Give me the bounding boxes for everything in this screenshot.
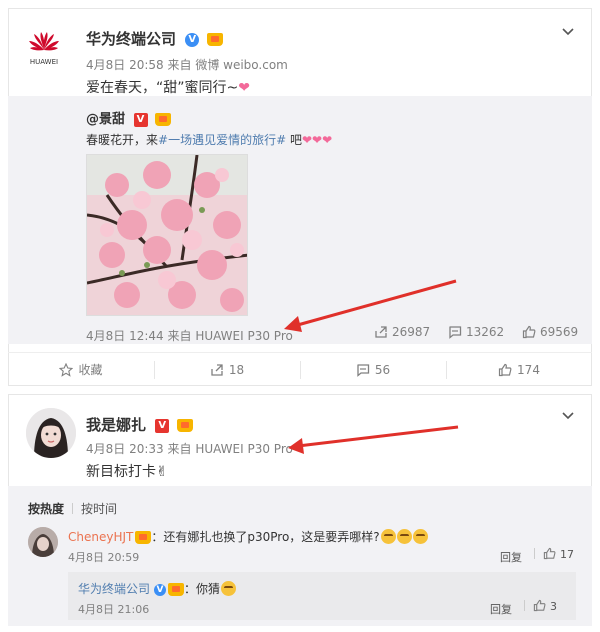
thumbs-up-icon (533, 599, 546, 612)
repost-time[interactable]: 4月8日 12:44 (86, 329, 164, 343)
like-button[interactable]: 174 (446, 353, 592, 387)
pink-hearts-emoji-icon: ❤❤❤ (301, 133, 333, 147)
thumbs-up-icon (522, 325, 536, 339)
tab-sort-time[interactable]: 按时间 (81, 502, 117, 516)
reply-like-button[interactable]: 3 (524, 599, 557, 613)
comment-icon (357, 364, 370, 377)
post-meta: 4月8日 20:58 来自 微博 weibo.com (86, 56, 288, 73)
author-name[interactable]: 华为终端公司 (86, 30, 176, 48)
thumbs-up-icon (498, 363, 512, 377)
repost-like-count[interactable]: 69569 (522, 325, 578, 339)
divider (524, 600, 525, 611)
reply-body: 华为终端公司 V ：你猜 (78, 580, 237, 597)
post-text-content: 爱在春天，“甜”蜜同行~ (86, 80, 239, 96)
vip-crown-icon (207, 33, 224, 46)
comment-text: ：还有娜扎也换了p30Pro，这是要弄哪样? (151, 530, 380, 544)
reply-button[interactable]: 回复 (490, 601, 512, 617)
repost-meta: 4月8日 12:44 来自 HUAWEI P30 Pro (86, 327, 293, 344)
verified-v-red-icon: V (133, 112, 148, 127)
like-label: 174 (517, 363, 540, 377)
post-author[interactable]: 我是娜扎 V (86, 414, 194, 435)
logo-wordmark: HUAWEI (29, 58, 59, 66)
star-icon (59, 362, 74, 377)
red-arrow-annotation (288, 425, 459, 454)
comment-body: CheneyHJT ：还有娜扎也换了p30Pro，这是要弄哪样? (68, 528, 428, 545)
chevron-down-icon[interactable] (562, 26, 574, 38)
reply-author-name[interactable]: 华为终端公司 (78, 582, 150, 596)
reply-text: ：你猜 (184, 582, 221, 596)
reply-button[interactable]: 回复 (500, 549, 522, 565)
grin-emoji-icon (396, 529, 412, 544)
grin-emoji-icon (412, 529, 428, 544)
pink-heart-emoji-icon: ❤ (238, 80, 250, 96)
share-icon (211, 364, 223, 376)
comment-button[interactable]: 56 (300, 353, 446, 387)
post-author[interactable]: 华为终端公司 V (86, 28, 224, 49)
post-text: 爱在春天，“甜”蜜同行~❤ (86, 77, 250, 97)
repost-author[interactable]: @景甜 V (86, 108, 172, 127)
vip-crown-icon (177, 419, 194, 432)
avatar-image (26, 408, 76, 458)
post-time[interactable]: 4月8日 20:58 (86, 58, 164, 72)
grin-emoji-icon (380, 529, 396, 544)
repost-author-name[interactable]: @景甜 (86, 112, 125, 127)
post-meta: 4月8日 20:33 来自 HUAWEI P30 Pro (86, 440, 293, 457)
comment-label: 56 (374, 363, 391, 377)
repost-text: 春暖花开，来#一场遇见爱情的旅行# 吧❤❤❤ (86, 131, 332, 148)
like-count: 69569 (540, 325, 579, 339)
hashtag-link[interactable]: #一场遇见爱情的旅行# (158, 133, 286, 147)
commenter-name[interactable]: CheneyHJT (68, 530, 133, 544)
huawei-logo-avatar[interactable]: HUAWEI (22, 24, 66, 68)
repost-source[interactable]: 来自 HUAWEI P30 Pro (168, 329, 293, 343)
vip-crown-icon (168, 583, 185, 596)
comment-like-button[interactable]: 17 (534, 547, 574, 561)
tab-divider (72, 503, 74, 514)
smile-emoji-icon (221, 581, 237, 596)
favorite-button[interactable]: 收藏 (8, 353, 154, 387)
verified-v-red-icon: V (155, 418, 170, 433)
post-time[interactable]: 4月8日 20:33 (86, 442, 164, 456)
commenter-avatar[interactable] (28, 527, 58, 557)
user-avatar[interactable] (26, 408, 76, 458)
thumbs-up-icon (543, 547, 556, 560)
verified-v-icon: V (154, 583, 167, 596)
reply-time: 4月8日 21:06 (78, 603, 150, 616)
verified-v-icon: V (185, 32, 200, 47)
comment-sort-tabs: 按热度 按时间 (28, 500, 117, 517)
avatar-image (28, 527, 58, 557)
post-action-bar: 收藏 18 56 174 (8, 352, 592, 386)
blossom-photo[interactable] (86, 154, 248, 316)
huawei-logo-icon (29, 32, 59, 51)
comment-time: 4月8日 20:59 (68, 551, 140, 564)
repost-text-pre: 春暖花开，来 (86, 133, 159, 147)
post-text: 新目标打卡✌ (86, 464, 168, 480)
tab-sort-hot[interactable]: 按热度 (28, 502, 64, 516)
blossom-image (87, 155, 247, 315)
vip-crown-icon (155, 113, 172, 126)
forward-label: 18 (228, 363, 245, 377)
chevron-down-icon[interactable] (562, 410, 574, 422)
favorite-label: 收藏 (78, 363, 103, 377)
repost-text-post: 吧 (286, 133, 302, 147)
author-name[interactable]: 我是娜扎 (86, 416, 146, 434)
comment-count: 13262 (466, 325, 505, 339)
divider (534, 548, 535, 559)
red-arrow-annotation (284, 279, 457, 332)
post-source[interactable]: 来自 微博 weibo.com (168, 58, 288, 72)
post-source[interactable]: 来自 HUAWEI P30 Pro (168, 442, 293, 456)
reply-like-count: 3 (550, 600, 557, 613)
vip-crown-icon (135, 531, 152, 544)
comment-like-count: 17 (560, 548, 574, 561)
forward-button[interactable]: 18 (154, 353, 300, 387)
